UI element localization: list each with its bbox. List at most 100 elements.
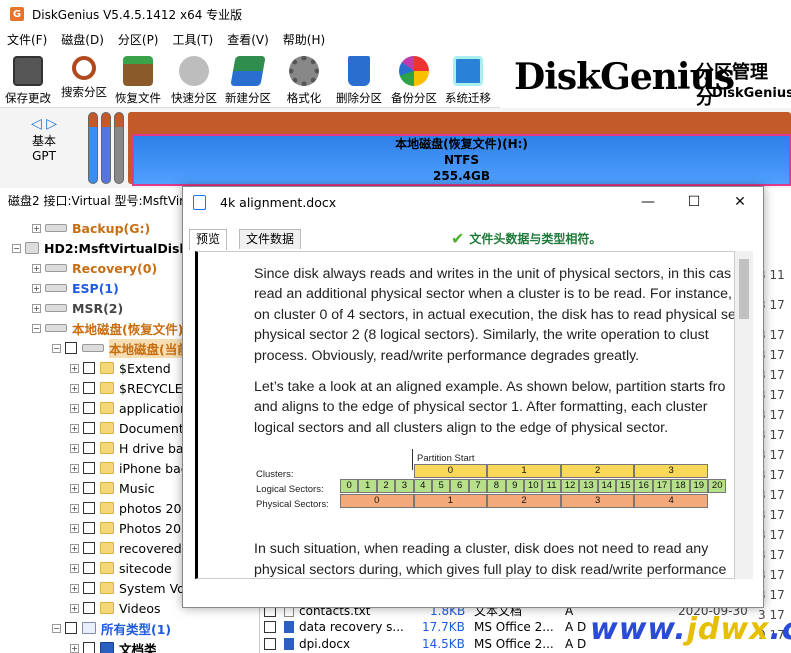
expand-icon[interactable]: + (70, 463, 79, 473)
minimize-button[interactable]: — (625, 187, 671, 217)
expand-icon[interactable]: + (70, 403, 79, 413)
checkbox[interactable] (83, 562, 95, 574)
expand-icon[interactable]: + (32, 303, 41, 313)
delete-partition-button[interactable]: 删除分区 (331, 54, 387, 106)
tree-item-recovery[interactable]: + Recovery(0) (32, 258, 157, 278)
tree-folder[interactable]: + H drive ba (70, 438, 184, 458)
checkbox[interactable] (83, 582, 95, 594)
tree-item-esp[interactable]: + ESP(1) (32, 278, 119, 298)
search-partition-button[interactable]: 搜索分区 (56, 54, 112, 106)
tree-item-current-partition[interactable]: − 本地磁盘(当前分 (52, 338, 203, 358)
tree-label: photos 202 (119, 500, 190, 516)
partition-bar-esp[interactable] (101, 112, 111, 184)
folder-icon (100, 542, 114, 554)
format-button[interactable]: 格式化 (276, 54, 332, 106)
checkbox[interactable] (83, 642, 95, 653)
expand-icon[interactable]: + (32, 283, 41, 293)
maximize-button[interactable]: ☐ (671, 187, 717, 217)
tree-folder[interactable]: + photos 202 (70, 498, 189, 518)
expand-icon[interactable]: + (70, 423, 79, 433)
expand-icon[interactable]: + (70, 363, 79, 373)
tree-folder[interactable]: + iPhone bac (70, 458, 188, 478)
expand-icon[interactable]: + (32, 223, 41, 233)
menu-view[interactable]: 查看(V) (220, 31, 276, 48)
tree-folder[interactable]: + application (70, 398, 188, 418)
disk-kind: 基本 (31, 134, 56, 148)
tree-item-hd2[interactable]: − HD2:MsftVirtualDisk( (12, 238, 193, 258)
menu-help[interactable]: 帮助(H) (276, 31, 332, 48)
tree-item-backup[interactable]: + Backup(G:) (32, 218, 150, 238)
menu-tools[interactable]: 工具(T) (166, 31, 221, 48)
checkbox[interactable] (83, 602, 95, 614)
physical-sector-cell: 4 (634, 494, 708, 509)
collapse-icon[interactable]: − (32, 323, 41, 333)
tree-folder[interactable]: + System Vo (70, 578, 185, 598)
checkbox[interactable] (83, 362, 95, 374)
document-preview[interactable]: Since disk always reads and writes in th… (195, 251, 735, 579)
tree-folder[interactable]: + Documents (70, 418, 190, 438)
tab-preview[interactable]: 预览 (189, 229, 228, 250)
tree-folder[interactable]: + Photos 202 (70, 518, 189, 538)
expand-icon[interactable]: + (32, 263, 41, 273)
tree-item-msr[interactable]: + MSR(2) (32, 298, 123, 318)
expand-icon[interactable]: + (70, 643, 79, 653)
partition-bar-recovery[interactable] (88, 112, 98, 184)
collapse-icon[interactable]: − (12, 243, 21, 253)
checkbox[interactable] (83, 382, 95, 394)
expand-icon[interactable]: + (70, 443, 79, 453)
preview-scrollbar[interactable] (735, 251, 753, 579)
tree-item-all-types[interactable]: − 所有类型(1) (52, 618, 171, 638)
quick-partition-button[interactable]: 快速分区 (166, 54, 222, 106)
checkbox[interactable] (264, 637, 276, 650)
disk-nav-arrows-icon[interactable]: ◁ ▷ (8, 116, 80, 132)
logical-sector-cell: 15 (616, 479, 635, 494)
tree-folder[interactable]: + recovered (70, 538, 182, 558)
menu-disk[interactable]: 磁盘(D) (54, 31, 111, 48)
tree-item-documents-type[interactable]: + 文档类 (70, 638, 157, 653)
tree-folder[interactable]: + $Extend (70, 358, 171, 378)
expand-icon[interactable]: + (70, 603, 79, 613)
save-changes-button[interactable]: 保存更改 (0, 54, 56, 106)
tree-folder[interactable]: + $RECYCLE. (70, 378, 187, 398)
checkbox[interactable] (83, 482, 95, 494)
checkbox[interactable] (83, 422, 95, 434)
menu-file[interactable]: 文件(F) (0, 31, 54, 48)
expand-icon[interactable]: + (70, 543, 79, 553)
tree-folder[interactable]: + Videos (70, 598, 161, 618)
collapse-icon[interactable]: − (52, 343, 61, 353)
checkbox[interactable] (65, 342, 77, 354)
tree-folder[interactable]: + Music (70, 478, 155, 498)
expand-icon[interactable]: + (70, 583, 79, 593)
close-button[interactable]: ✕ (717, 187, 763, 217)
brand-banner: DiskGenius 分区管理 分 DiskGenius (500, 50, 791, 109)
partition-bar-main[interactable]: 本地磁盘(恢复文件)(H:) NTFS 255.4GB (128, 112, 791, 186)
new-partition-button[interactable]: 新建分区 (220, 54, 276, 106)
match-message: 文件头数据与类型相符。 (469, 231, 602, 246)
system-migration-button[interactable]: 系统迁移 (440, 54, 496, 106)
tab-file-data[interactable]: 文件数据 (239, 229, 302, 249)
app-icon: G (10, 7, 24, 21)
checkbox[interactable] (83, 522, 95, 534)
collapse-icon[interactable]: − (52, 623, 61, 633)
checkbox[interactable] (83, 442, 95, 454)
expand-icon[interactable]: + (70, 383, 79, 393)
recover-files-button[interactable]: 恢复文件 (110, 54, 166, 106)
dialog-title-bar[interactable]: 4k alignment.docx — ☐ ✕ (183, 187, 763, 217)
scroll-thumb[interactable] (739, 259, 749, 319)
checkbox[interactable] (264, 620, 276, 633)
expand-icon[interactable]: + (70, 523, 79, 533)
checkbox[interactable] (83, 402, 95, 414)
checkbox[interactable] (83, 502, 95, 514)
checkbox[interactable] (65, 622, 77, 634)
expand-icon[interactable]: + (70, 503, 79, 513)
selected-partition[interactable]: 本地磁盘(恢复文件)(H:) NTFS 255.4GB (132, 134, 791, 186)
expand-icon[interactable]: + (70, 563, 79, 573)
checkbox[interactable] (83, 462, 95, 474)
tree-item-local-disk[interactable]: − 本地磁盘(恢复文件)( (32, 318, 189, 338)
checkbox[interactable] (83, 542, 95, 554)
tree-folder[interactable]: + sitecode (70, 558, 172, 578)
backup-partition-button[interactable]: 备份分区 (386, 54, 442, 106)
menu-partition[interactable]: 分区(P) (111, 31, 166, 48)
expand-icon[interactable]: + (70, 483, 79, 493)
partition-bar-msr[interactable] (114, 112, 124, 184)
